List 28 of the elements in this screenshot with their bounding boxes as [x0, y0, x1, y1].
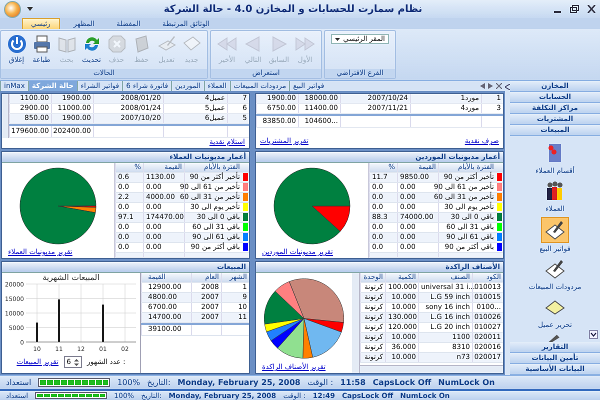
- scrollbar[interactable]: [352, 273, 360, 373]
- close-icon[interactable]: [587, 5, 596, 13]
- status-text: 100%: [117, 378, 140, 387]
- status-text: استعداد: [6, 378, 32, 387]
- printer-icon: [32, 34, 52, 54]
- collapse-icon[interactable]: [505, 84, 510, 90]
- restore-icon[interactable]: [570, 5, 579, 13]
- delete-icon: [106, 34, 126, 54]
- status-label: الوقت :: [307, 378, 334, 387]
- scrollbar[interactable]: [360, 365, 503, 373]
- status-label: التاريخ:: [147, 378, 171, 387]
- double-left-arrow-icon: [217, 34, 237, 54]
- scroll-right-icon[interactable]: [488, 83, 493, 89]
- scrollbar[interactable]: [2, 94, 9, 138]
- close-icon[interactable]: [496, 83, 502, 89]
- scroll-left-icon[interactable]: [480, 83, 485, 89]
- status-text: NumLock On: [438, 378, 495, 387]
- power-icon: [6, 34, 26, 54]
- scroll-down-icon[interactable]: [589, 330, 598, 339]
- chart-title: المبيعات الشهرية: [42, 273, 100, 282]
- caret-icon: [335, 38, 340, 40]
- office-button[interactable]: [4, 0, 21, 18]
- double-right-arrow-icon: [295, 34, 315, 54]
- window-title: نظام سمارت للحسابات و المخازن 4.0 - حالة الشركة: [162, 4, 424, 14]
- status-time: 11:58: [340, 378, 366, 387]
- status-date: Monday, February 25, 2008: [178, 378, 300, 387]
- dropdown-arrow-icon[interactable]: [27, 7, 33, 11]
- status-text: CapsLock Off: [372, 378, 432, 387]
